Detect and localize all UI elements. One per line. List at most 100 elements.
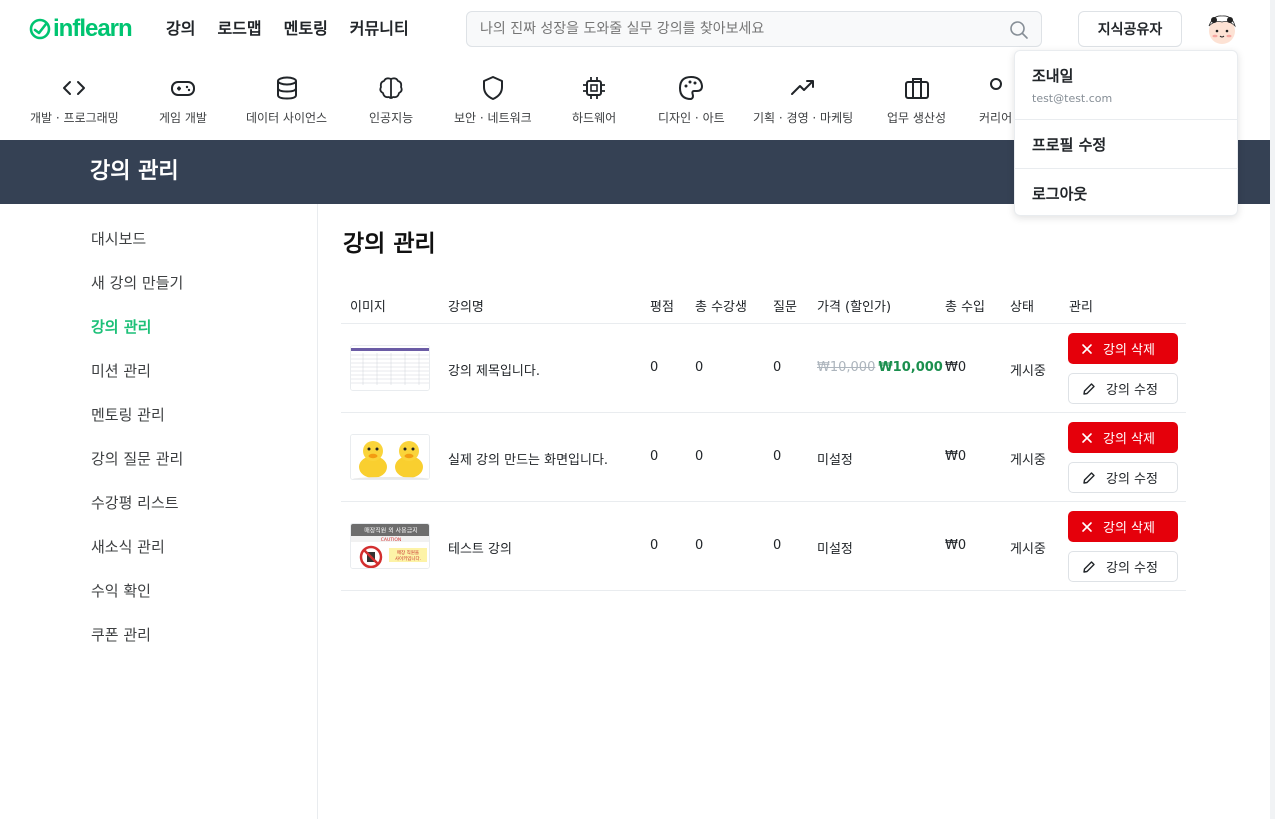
sign-line-2: 사이키입니다. bbox=[395, 555, 421, 562]
database-icon bbox=[276, 76, 297, 100]
course-thumbnail[interactable] bbox=[350, 345, 430, 391]
table-row: 매장직원 외 사용금지 CAUTION 매장 직원을 사이키입니다. 테스트 강… bbox=[341, 502, 1186, 591]
course-thumbnail[interactable]: 매장직원 외 사용금지 CAUTION 매장 직원을 사이키입니다. bbox=[350, 523, 430, 569]
nav-mentoring[interactable]: 멘토링 bbox=[284, 17, 328, 41]
column-header: 총 수입 bbox=[945, 300, 986, 315]
original-price: ₩10,000 bbox=[817, 360, 876, 375]
course-revenue: ₩0 bbox=[945, 538, 967, 553]
close-icon bbox=[1081, 343, 1093, 355]
edit-label: 강의 수정 bbox=[1106, 472, 1158, 487]
column-header: 질문 bbox=[773, 300, 797, 315]
course-name[interactable]: 실제 강의 만드는 화면입니다. bbox=[448, 449, 608, 468]
sidebar-item-dashboard[interactable]: 대시보드 bbox=[91, 229, 146, 249]
category-security[interactable]: 보안 · 네트워크 bbox=[454, 74, 532, 126]
category-data-science[interactable]: 데이터 사이언스 bbox=[246, 74, 327, 126]
edit-label: 강의 수정 bbox=[1106, 561, 1158, 576]
sidebar-item-news[interactable]: 새소식 관리 bbox=[91, 537, 165, 557]
gamepad-icon bbox=[170, 81, 195, 96]
course-table: 이미지 강의명 평점 총 수강생 질문 가격 (할인가) 총 수입 상태 관리 bbox=[341, 286, 1186, 591]
category-design[interactable]: 디자인 · 아트 bbox=[658, 74, 725, 126]
pencil-icon bbox=[1082, 471, 1096, 485]
course-rating: 0 bbox=[650, 538, 659, 553]
course-students: 0 bbox=[695, 538, 704, 553]
avatar[interactable] bbox=[1205, 12, 1239, 46]
category-label: 인공지능 bbox=[369, 111, 414, 125]
search-bar bbox=[466, 11, 1042, 47]
sign-line-1: 매장 직원을 bbox=[397, 549, 419, 556]
user-email: test@test.com bbox=[1032, 92, 1113, 105]
category-career[interactable]: 커리어 bbox=[979, 74, 1012, 126]
delete-course-button[interactable]: 강의 삭제 bbox=[1068, 511, 1178, 542]
table-header: 이미지 강의명 평점 총 수강생 질문 가격 (할인가) 총 수입 상태 관리 bbox=[341, 286, 1186, 324]
user-dropdown-menu: 조내일 test@test.com 프로필 수정 로그아웃 bbox=[1014, 50, 1238, 216]
category-ai[interactable]: 인공지능 bbox=[369, 74, 413, 126]
course-students: 0 bbox=[695, 360, 704, 375]
table-row: 실제 강의 만드는 화면입니다. 0 0 0 미설정 ₩0 게시중 강의 삭제 … bbox=[341, 413, 1186, 502]
category-game[interactable]: 게임 개발 bbox=[159, 74, 207, 126]
table-row: 강의 제목입니다. 0 0 0 ₩10,000 ₩10,000 ₩0 게시중 강의… bbox=[341, 324, 1186, 413]
briefcase-icon bbox=[904, 78, 929, 99]
nav-courses[interactable]: 강의 bbox=[166, 17, 195, 41]
sidebar-item-reviews[interactable]: 수강평 리스트 bbox=[91, 493, 179, 513]
course-rating: 0 bbox=[650, 360, 659, 375]
category-label: 업무 생산성 bbox=[887, 111, 947, 125]
column-header: 이미지 bbox=[350, 300, 386, 315]
category-label: 하드웨어 bbox=[572, 111, 617, 125]
sidebar-item-mentoring[interactable]: 멘토링 관리 bbox=[91, 405, 165, 425]
sidebar-item-mission[interactable]: 미션 관리 bbox=[91, 361, 151, 381]
sidebar-item-questions[interactable]: 강의 질문 관리 bbox=[91, 449, 183, 469]
edit-course-button[interactable]: 강의 수정 bbox=[1068, 551, 1178, 582]
sidebar-item-coupon[interactable]: 쿠폰 관리 bbox=[91, 625, 151, 645]
banner-title: 강의 관리 bbox=[90, 159, 179, 184]
course-name[interactable]: 테스트 강의 bbox=[448, 538, 512, 557]
course-status: 게시중 bbox=[1010, 364, 1046, 379]
logo[interactable]: inflearn bbox=[29, 15, 133, 42]
divider bbox=[1015, 119, 1237, 120]
course-questions: 0 bbox=[773, 360, 782, 375]
delete-course-button[interactable]: 강의 삭제 bbox=[1068, 422, 1178, 453]
course-price: ₩10,000 ₩10,000 bbox=[817, 360, 943, 375]
sign-header-text: 매장직원 외 사용금지 bbox=[364, 527, 418, 535]
nav-community[interactable]: 커뮤니티 bbox=[350, 17, 409, 41]
scrollbar[interactable] bbox=[1270, 0, 1275, 819]
category-productivity[interactable]: 업무 생산성 bbox=[887, 74, 946, 126]
category-dev[interactable]: 개발 · 프로그래밍 bbox=[30, 74, 119, 126]
course-thumbnail[interactable] bbox=[350, 434, 430, 480]
chip-icon bbox=[583, 77, 606, 99]
course-revenue: ₩0 bbox=[945, 449, 967, 464]
course-questions: 0 bbox=[773, 449, 782, 464]
course-name[interactable]: 강의 제목입니다. bbox=[448, 360, 540, 379]
code-icon bbox=[63, 81, 86, 95]
delete-label: 강의 삭제 bbox=[1103, 521, 1155, 536]
column-header: 강의명 bbox=[448, 300, 484, 315]
divider bbox=[1015, 168, 1237, 169]
category-hardware[interactable]: 하드웨어 bbox=[572, 74, 616, 126]
category-label: 보안 · 네트워크 bbox=[454, 111, 532, 125]
close-icon bbox=[1081, 432, 1093, 444]
column-header: 총 수강생 bbox=[695, 300, 747, 315]
edit-course-button[interactable]: 강의 수정 bbox=[1068, 462, 1178, 493]
search-icon[interactable] bbox=[1009, 20, 1029, 40]
search-input[interactable] bbox=[467, 12, 987, 46]
page-title: 강의 관리 bbox=[343, 231, 436, 257]
spreadsheet-thumbnail-image bbox=[351, 346, 429, 390]
trending-up-icon bbox=[791, 80, 815, 95]
category-planning[interactable]: 기획 · 경영 · 마케팅 bbox=[753, 74, 853, 126]
sidebar-item-new-course[interactable]: 새 강의 만들기 bbox=[91, 273, 183, 293]
sidebar-item-course-manage[interactable]: 강의 관리 bbox=[91, 317, 151, 337]
knowledge-sharer-button[interactable]: 지식공유자 bbox=[1078, 11, 1182, 47]
category-label: 게임 개발 bbox=[159, 111, 207, 125]
course-students: 0 bbox=[695, 449, 704, 464]
sidebar-item-revenue[interactable]: 수익 확인 bbox=[91, 581, 151, 601]
logout-menu-item[interactable]: 로그아웃 bbox=[1032, 183, 1087, 204]
palette-icon bbox=[679, 75, 704, 101]
category-label: 기획 · 경영 · 마케팅 bbox=[753, 111, 854, 125]
pencil-icon bbox=[1082, 560, 1096, 574]
delete-course-button[interactable]: 강의 삭제 bbox=[1068, 333, 1178, 364]
sign-caution-text: CAUTION bbox=[381, 537, 402, 543]
column-header: 관리 bbox=[1069, 300, 1093, 315]
logo-text: inflearn bbox=[53, 15, 133, 42]
nav-roadmap[interactable]: 로드맵 bbox=[217, 17, 261, 41]
edit-course-button[interactable]: 강의 수정 bbox=[1068, 373, 1178, 404]
profile-edit-menu-item[interactable]: 프로필 수정 bbox=[1032, 134, 1106, 155]
